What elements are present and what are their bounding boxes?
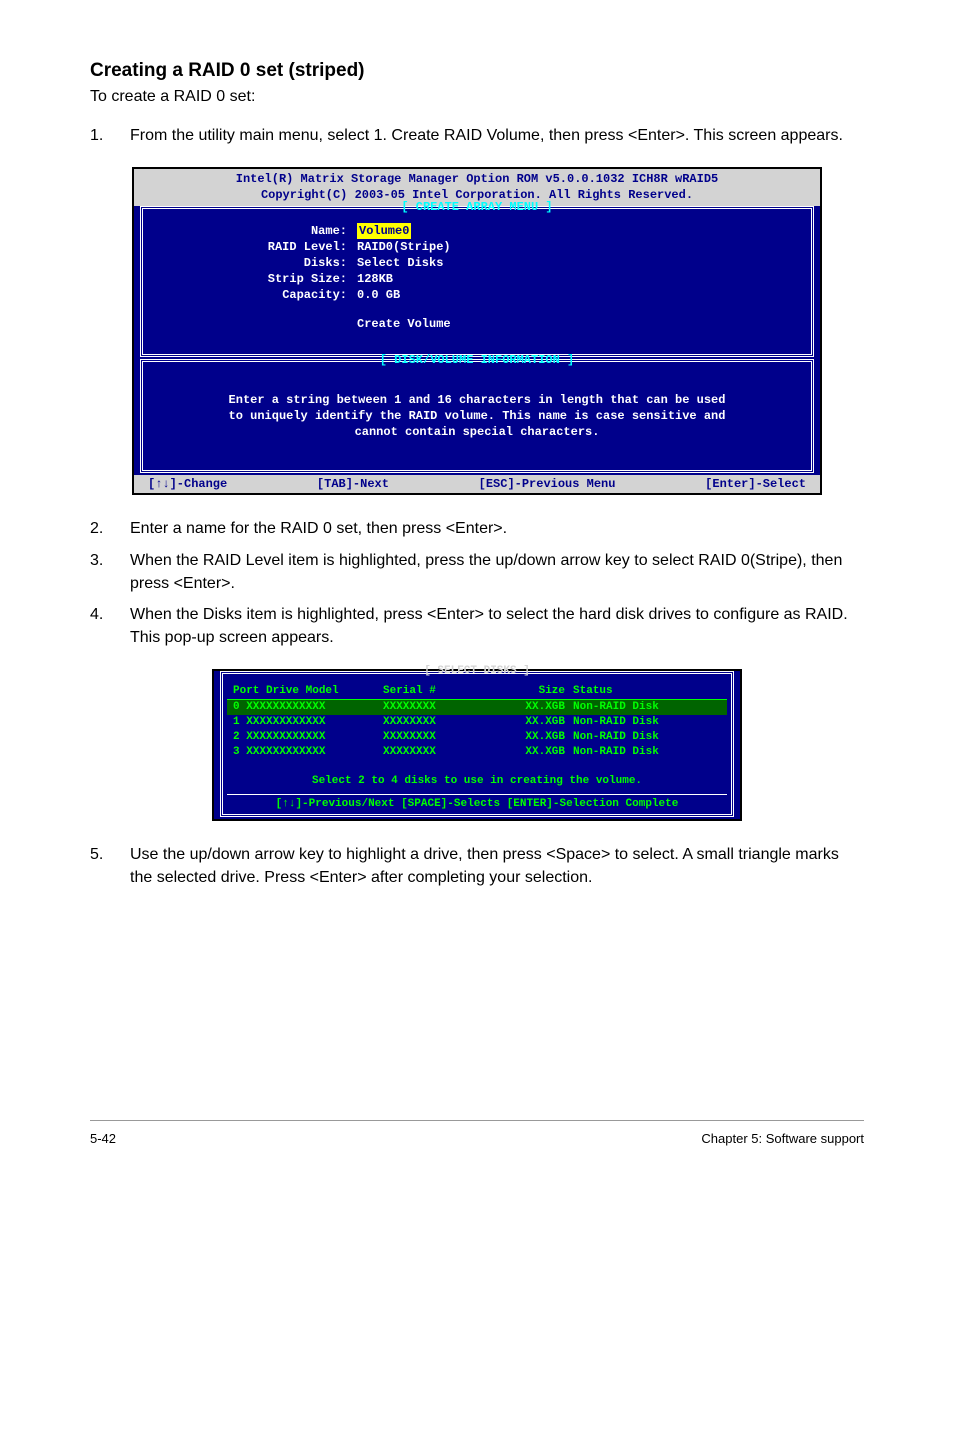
step-number: 4. bbox=[90, 603, 130, 649]
step-number: 3. bbox=[90, 549, 130, 595]
select-disks-footer: [↑↓]-Previous/Next [SPACE]-Selects [ENTE… bbox=[227, 794, 727, 812]
disk-row-1[interactable]: 1 XXXXXXXXXXXX XXXXXXXX XX.XGB Non-RAID … bbox=[227, 715, 727, 730]
bios-header-line1: Intel(R) Matrix Storage Manager Option R… bbox=[134, 171, 820, 187]
raid-level-value[interactable]: RAID0(Stripe) bbox=[357, 239, 451, 255]
select-disks-title: [ SELECT DISKS ] bbox=[223, 664, 731, 679]
info-line1: Enter a string between 1 and 16 characte… bbox=[157, 392, 797, 408]
raid-level-label: RAID Level: bbox=[157, 239, 357, 255]
cell-size: XX.XGB bbox=[503, 730, 573, 745]
col-size: Size bbox=[503, 684, 573, 699]
col-status: Status bbox=[573, 684, 721, 699]
strip-size-label: Strip Size: bbox=[157, 271, 357, 287]
step-number: 2. bbox=[90, 517, 130, 540]
footer-next: [TAB]-Next bbox=[317, 476, 389, 492]
disks-value[interactable]: Select Disks bbox=[357, 255, 443, 271]
footer-previous: [ESC]-Previous Menu bbox=[479, 476, 616, 492]
cell-serial: XXXXXXXX bbox=[383, 745, 503, 760]
disk-row-3[interactable]: 3 XXXXXXXXXXXX XXXXXXXX XX.XGB Non-RAID … bbox=[227, 745, 727, 760]
disk-table-header: Port Drive Model Serial # Size Status bbox=[227, 684, 727, 700]
cell-status: Non-RAID Disk bbox=[573, 745, 721, 760]
spacer bbox=[157, 316, 357, 332]
page-footer: 5-42 Chapter 5: Software support bbox=[90, 1120, 864, 1146]
step-1: 1. From the utility main menu, select 1.… bbox=[90, 124, 864, 147]
create-volume-row: Create Volume bbox=[157, 316, 797, 332]
cell-status: Non-RAID Disk bbox=[573, 700, 721, 715]
field-capacity-row: Capacity: 0.0 GB bbox=[157, 287, 797, 303]
cell-size: XX.XGB bbox=[503, 715, 573, 730]
chapter-title: Chapter 5: Software support bbox=[701, 1131, 864, 1146]
name-input[interactable]: Volume0 bbox=[357, 223, 411, 239]
info-line2: to uniquely identify the RAID volume. Th… bbox=[157, 408, 797, 424]
disk-volume-info-title: [ DISK/VOLUME INFORMATION ] bbox=[143, 352, 811, 368]
select-disks-msg: Select 2 to 4 disks to use in creating t… bbox=[227, 774, 727, 789]
step-number: 1. bbox=[90, 124, 130, 147]
cell-port-model: 3 XXXXXXXXXXXX bbox=[233, 745, 383, 760]
step-text: Use the up/down arrow key to highlight a… bbox=[130, 843, 864, 889]
field-name-row: Name: Volume0 bbox=[157, 223, 797, 239]
capacity-label: Capacity: bbox=[157, 287, 357, 303]
col-port-model: Port Drive Model bbox=[233, 684, 383, 699]
cell-port-model: 2 XXXXXXXXXXXX bbox=[233, 730, 383, 745]
disk-row-2[interactable]: 2 XXXXXXXXXXXX XXXXXXXX XX.XGB Non-RAID … bbox=[227, 730, 727, 745]
cell-size: XX.XGB bbox=[503, 745, 573, 760]
step-text: When the RAID Level item is highlighted,… bbox=[130, 549, 864, 595]
capacity-value[interactable]: 0.0 GB bbox=[357, 287, 400, 303]
bios-select-disks-screen: [ SELECT DISKS ] Port Drive Model Serial… bbox=[212, 669, 742, 821]
footer-select: [Enter]-Select bbox=[705, 476, 806, 492]
name-label: Name: bbox=[157, 223, 357, 239]
cell-serial: XXXXXXXX bbox=[383, 715, 503, 730]
info-line3: cannot contain special characters. bbox=[157, 424, 797, 440]
field-raid-level-row: RAID Level: RAID0(Stripe) bbox=[157, 239, 797, 255]
cell-serial: XXXXXXXX bbox=[383, 700, 503, 715]
step-text: From the utility main menu, select 1. Cr… bbox=[130, 124, 864, 147]
footer-change: [↑↓]-Change bbox=[148, 476, 227, 492]
cell-size: XX.XGB bbox=[503, 700, 573, 715]
step-2: 2. Enter a name for the RAID 0 set, then… bbox=[90, 517, 864, 540]
create-volume-action[interactable]: Create Volume bbox=[357, 316, 451, 332]
cell-port-model: 1 XXXXXXXXXXXX bbox=[233, 715, 383, 730]
page-number: 5-42 bbox=[90, 1131, 116, 1146]
steps-list-3: 5. Use the up/down arrow key to highligh… bbox=[90, 843, 864, 889]
cell-status: Non-RAID Disk bbox=[573, 715, 721, 730]
disks-label: Disks: bbox=[157, 255, 357, 271]
select-disks-box: [ SELECT DISKS ] Port Drive Model Serial… bbox=[220, 671, 734, 817]
create-array-menu-box: [ CREATE ARRAY MENU ] Name: Volume0 RAID… bbox=[140, 206, 814, 357]
disk-volume-info-box: [ DISK/VOLUME INFORMATION ] Enter a stri… bbox=[140, 359, 814, 474]
step-number: 5. bbox=[90, 843, 130, 889]
steps-list-1: 1. From the utility main menu, select 1.… bbox=[90, 124, 864, 147]
strip-size-value[interactable]: 128KB bbox=[357, 271, 393, 287]
step-5: 5. Use the up/down arrow key to highligh… bbox=[90, 843, 864, 889]
field-strip-row: Strip Size: 128KB bbox=[157, 271, 797, 287]
cell-serial: XXXXXXXX bbox=[383, 730, 503, 745]
steps-list-2: 2. Enter a name for the RAID 0 set, then… bbox=[90, 517, 864, 649]
step-text: When the Disks item is highlighted, pres… bbox=[130, 603, 864, 649]
cell-port-model: 0 XXXXXXXXXXXX bbox=[233, 700, 383, 715]
section-heading: Creating a RAID 0 set (striped) bbox=[90, 60, 864, 82]
intro-text: To create a RAID 0 set: bbox=[90, 88, 864, 106]
step-text: Enter a name for the RAID 0 set, then pr… bbox=[130, 517, 864, 540]
step-4: 4. When the Disks item is highlighted, p… bbox=[90, 603, 864, 649]
field-disks-row: Disks: Select Disks bbox=[157, 255, 797, 271]
create-array-menu-title: [ CREATE ARRAY MENU ] bbox=[143, 199, 811, 215]
col-serial: Serial # bbox=[383, 684, 503, 699]
disk-row-0[interactable]: 0 XXXXXXXXXXXX XXXXXXXX XX.XGB Non-RAID … bbox=[227, 700, 727, 715]
bios-create-array-screen: Intel(R) Matrix Storage Manager Option R… bbox=[132, 167, 822, 495]
bios-footer-bar: [↑↓]-Change [TAB]-Next [ESC]-Previous Me… bbox=[134, 475, 820, 493]
step-3: 3. When the RAID Level item is highlight… bbox=[90, 549, 864, 595]
cell-status: Non-RAID Disk bbox=[573, 730, 721, 745]
